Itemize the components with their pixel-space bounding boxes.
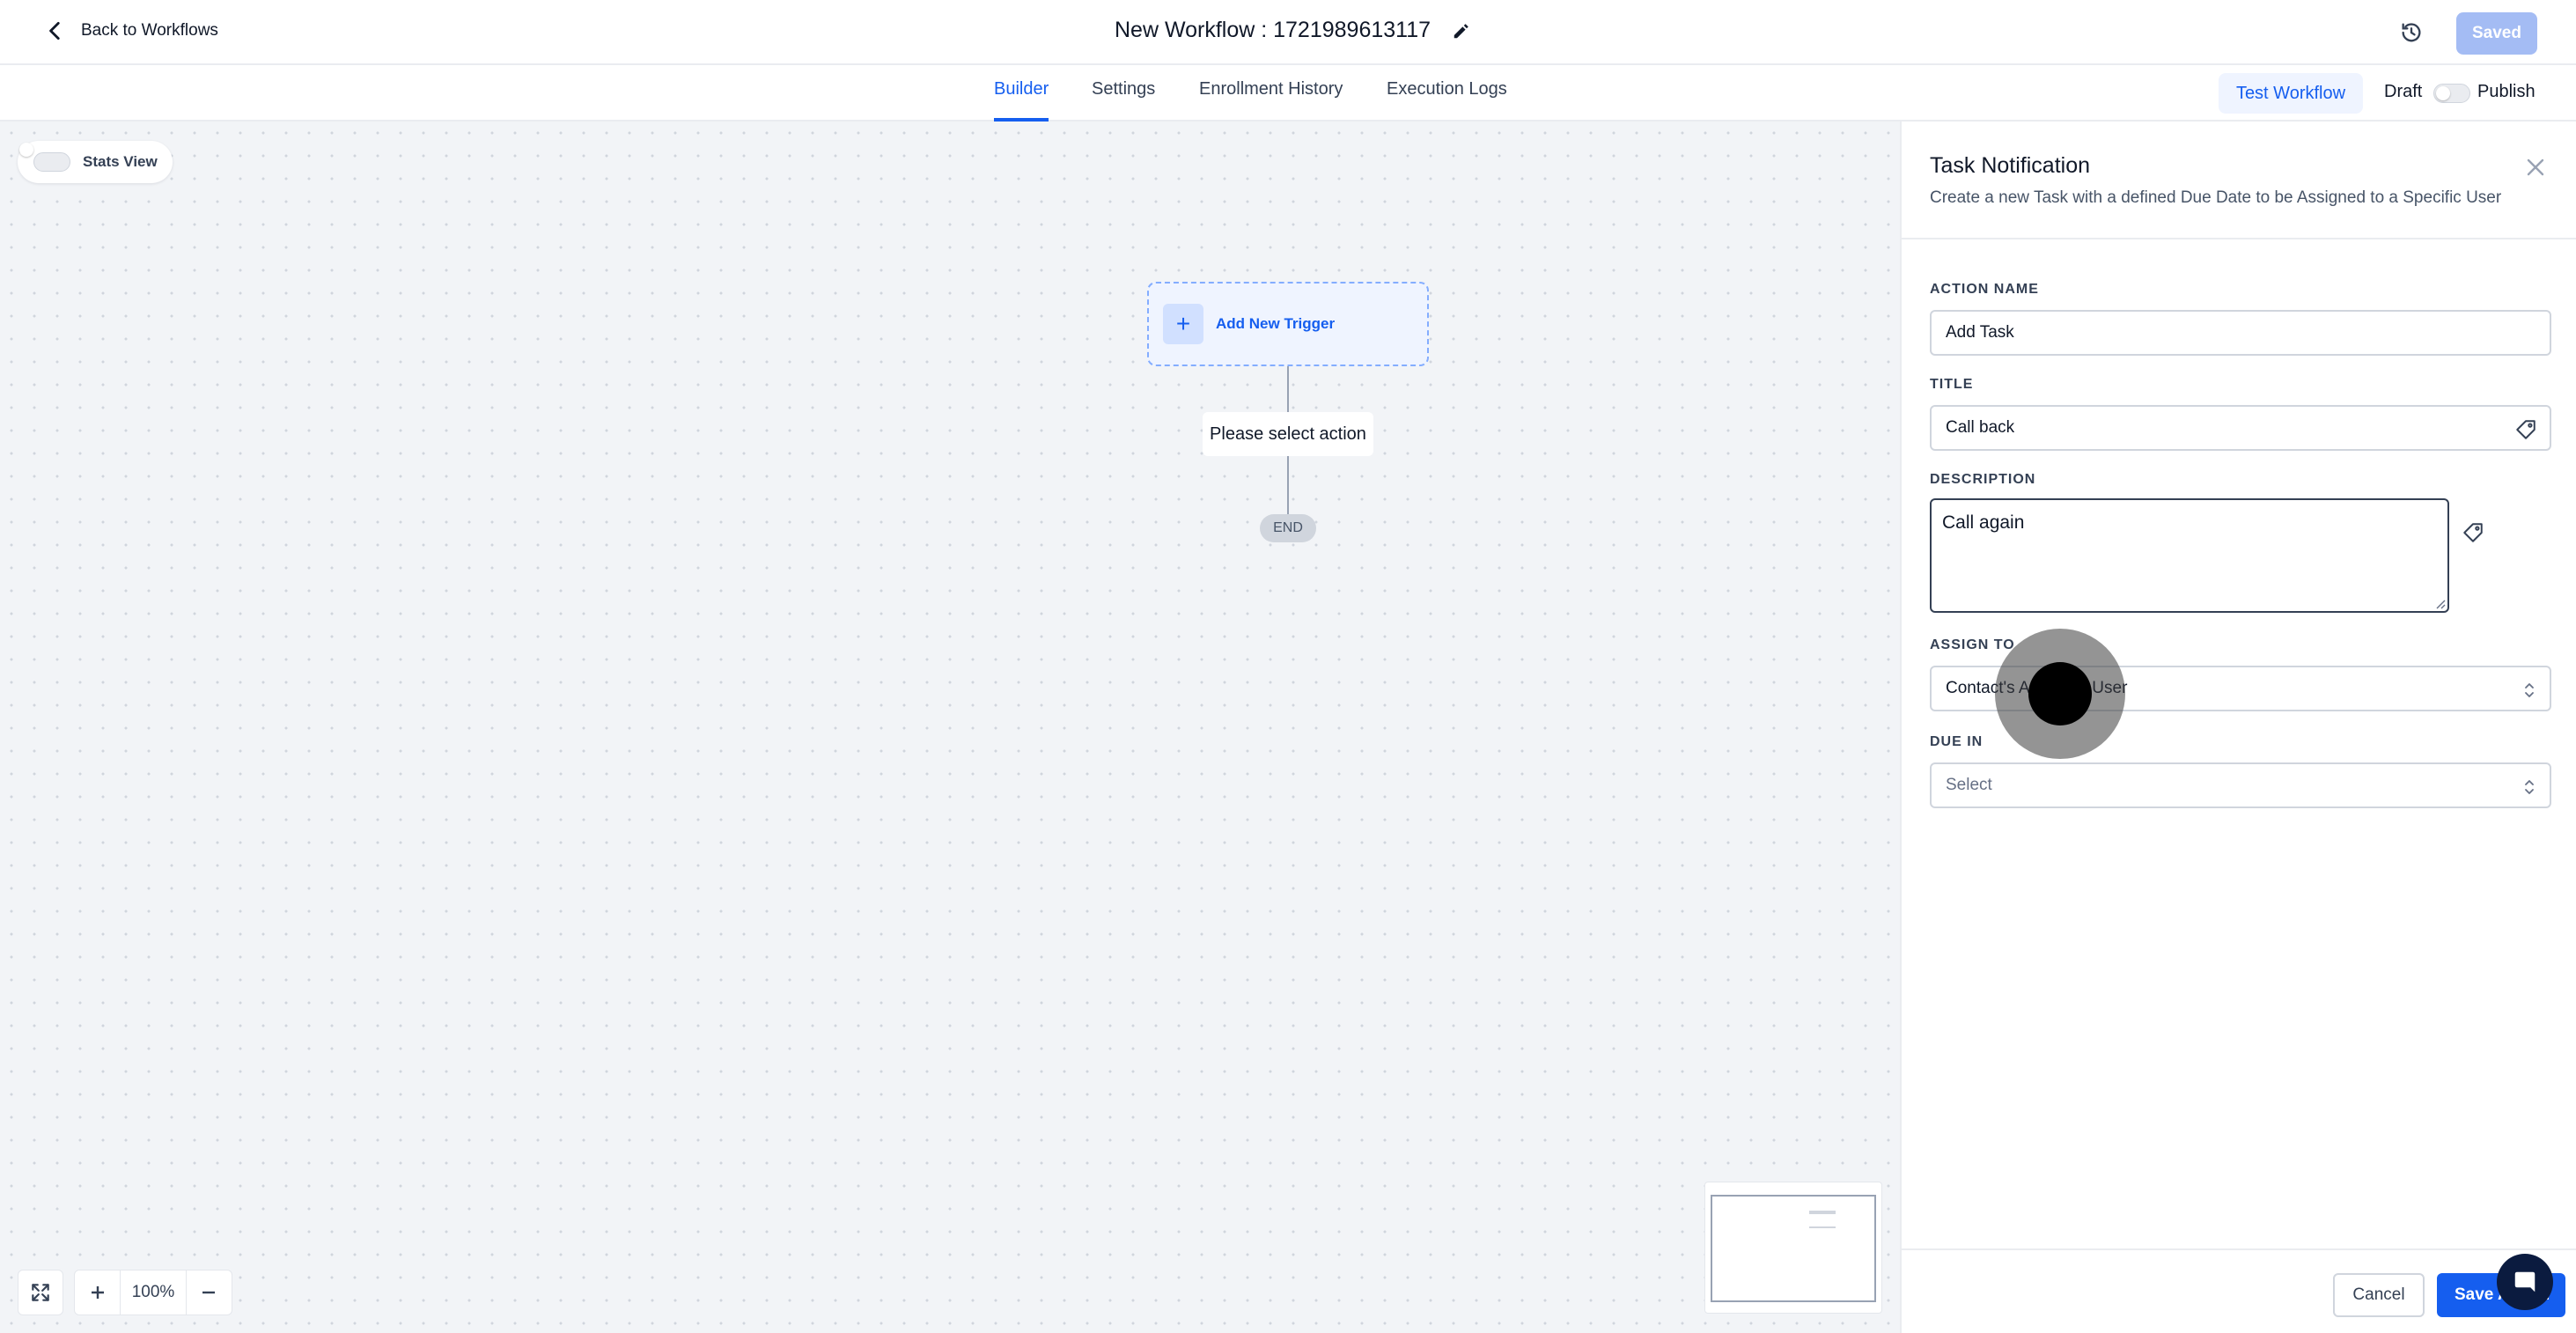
workflow-canvas[interactable]: Stats View + Add New Trigger Please sele… [0,122,1900,1333]
tab-execution-logs[interactable]: Execution Logs [1387,79,1507,122]
action-settings-panel: Task Notification Create a new Task with… [1900,122,2576,1333]
draft-label: Draft [2384,82,2423,101]
title-value: Call back [1946,418,2015,437]
tag-icon[interactable] [2514,418,2537,441]
end-node: END [1260,514,1316,542]
plus-icon [91,1286,104,1299]
back-to-workflows-link[interactable]: Back to Workflows [44,19,218,42]
saved-button[interactable]: Saved [2456,12,2537,55]
panel-title: Task Notification [1930,153,2091,178]
stats-view-control: Stats View [18,141,173,183]
sort-icon [2525,780,2534,794]
assign-to-label: ASSIGN TO [1930,637,2015,652]
assign-to-select[interactable]: Contact's Assigned User [1930,666,2551,711]
add-trigger-card[interactable]: + Add New Trigger [1147,282,1429,366]
minimap-viewport[interactable] [1711,1195,1876,1302]
chat-icon [2514,1271,2536,1292]
resize-grip-icon[interactable] [2433,597,2446,609]
publish-label: Publish [2477,82,2536,101]
fit-view-icon [32,1284,49,1301]
action-name-value: Add Task [1946,323,2014,342]
minus-icon [202,1291,216,1294]
sort-icon [2525,683,2534,697]
publish-toggle[interactable] [2433,84,2470,103]
connector-line [1287,456,1289,514]
tab-enrollment-history[interactable]: Enrollment History [1199,79,1343,122]
top-header: Back to Workflows New Workflow : 1721989… [0,0,2576,65]
description-value: Call again [1942,512,2025,533]
minimap[interactable] [1704,1182,1882,1314]
plus-icon: + [1163,304,1203,344]
zoom-out-button[interactable] [187,1270,232,1315]
tag-icon[interactable] [2462,521,2484,544]
zoom-controls: 100% [74,1270,232,1315]
tab-builder[interactable]: Builder [994,79,1049,122]
connector-line [1287,366,1289,412]
tab-settings[interactable]: Settings [1092,79,1155,122]
zoom-level: 100% [120,1270,187,1315]
stats-view-label: Stats View [83,153,158,170]
due-in-label: DUE IN [1930,734,1984,749]
action-name-label: ACTION NAME [1930,282,2039,297]
cancel-button[interactable]: Cancel [2333,1273,2425,1317]
description-field: Call again [1930,498,2551,615]
minimap-node [1809,1226,1836,1228]
zoom-in-button[interactable] [75,1270,120,1315]
action-name-input[interactable]: Add Task [1930,310,2551,356]
history-icon [2402,23,2421,42]
fit-view-button[interactable] [18,1270,63,1315]
title-input[interactable]: Call back [1930,405,2551,451]
title-label: TITLE [1930,377,1974,392]
due-in-select[interactable]: Select [1930,762,2551,808]
description-label: DESCRIPTION [1930,472,2036,487]
pencil-icon[interactable] [1452,21,1471,41]
assign-to-value: Contact's Assigned User [1946,679,2128,697]
workflow-title: New Workflow : 1721989613117 [1115,18,1471,43]
panel-footer: Cancel Save Action [1902,1248,2576,1333]
history-button[interactable] [2396,18,2426,48]
panel-header: Task Notification Create a new Task with… [1902,122,2576,239]
close-icon [2527,158,2544,176]
chevron-left-icon [49,21,60,41]
stats-view-toggle[interactable] [33,152,70,172]
chat-widget-button[interactable] [2497,1254,2553,1310]
test-workflow-button[interactable]: Test Workflow [2219,73,2363,114]
tabs-bar: Builder Settings Enrollment History Exec… [0,65,2576,122]
minimap-node [1809,1211,1836,1214]
workflow-title-text: New Workflow : 1721989613117 [1115,18,1432,42]
back-label: Back to Workflows [81,21,218,40]
close-panel-button[interactable] [2523,155,2548,180]
select-action-node[interactable]: Please select action [1203,412,1373,456]
description-textarea[interactable]: Call again [1930,498,2449,613]
add-trigger-label: Add New Trigger [1216,315,1336,332]
due-in-placeholder: Select [1946,776,1992,794]
panel-subtitle: Create a new Task with a defined Due Dat… [1930,188,2502,207]
